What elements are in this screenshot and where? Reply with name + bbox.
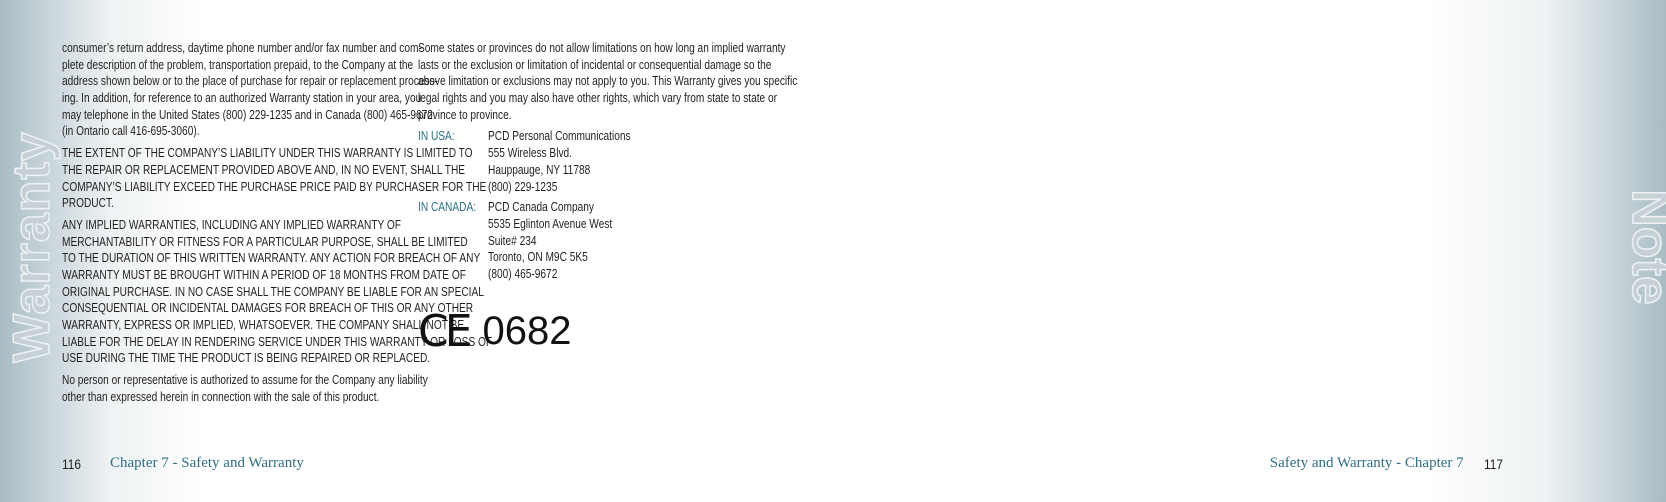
side-tab-note: Note: [1620, 188, 1666, 305]
footer-left: 116 Chapter 7 - Safety and Warranty: [62, 455, 304, 472]
right-column: Some states or provinces do not allow li…: [418, 40, 904, 283]
text-line: (800) 465-9672: [488, 265, 558, 281]
page-number: 117: [1483, 455, 1503, 472]
text-line: Hauppauge, NY 11788: [488, 161, 591, 177]
text-line: (800) 229-1235: [488, 178, 558, 194]
text-line: No person or representative is authorize…: [62, 372, 428, 388]
ce-certification: CE 0682: [418, 306, 572, 357]
text-line: above limitation or exclusions may not a…: [418, 73, 798, 89]
text-line: province to province.: [418, 106, 512, 122]
page-number: 116: [62, 455, 81, 472]
text-line: lasts or the exclusion or limitation of …: [418, 56, 772, 72]
address-label: IN CANADA:: [418, 199, 477, 215]
text-line: 555 Wireless Blvd.: [488, 145, 572, 161]
addresses: IN USA: PCD Personal Communications 555 Wi…: [418, 128, 904, 282]
paragraph: No person or representative is authorize…: [62, 372, 613, 405]
ce-number: 0682: [482, 309, 572, 353]
text-line: Toronto, ON M9C 5K5: [488, 249, 588, 265]
side-tab-warranty: Warranty: [2, 131, 62, 364]
text-line: Some states or provinces do not allow li…: [418, 40, 786, 55]
text-line: other than expressed herein in connectio…: [62, 388, 380, 404]
chapter-title: Chapter 7 - Safety and Warranty: [110, 455, 304, 471]
text-line: PCD Canada Company: [488, 199, 594, 215]
text-line: legal rights and you may also have other…: [418, 90, 778, 106]
address-block: IN USA: PCD Personal Communications 555 Wi…: [418, 128, 904, 195]
text-line: ORIGINAL PURCHASE. IN NO CASE SHALL THE …: [62, 283, 484, 299]
text-line: PCD Personal Communications: [488, 128, 631, 144]
ce-mark-logo: CE: [418, 306, 472, 357]
footer-right: Safety and Warranty - Chapter 7 117: [1270, 455, 1506, 472]
text-line: 5535 Eglinton Avenue West: [488, 215, 613, 231]
address-label: IN USA:: [418, 128, 455, 144]
limitations-paragraph: Some states or provinces do not allow li…: [418, 40, 904, 123]
text-line: Suite# 234: [488, 232, 537, 248]
address-block: IN CANADA: PCD Canada Company 5535 Eglinto…: [418, 199, 904, 282]
chapter-title: Safety and Warranty - Chapter 7: [1269, 455, 1464, 471]
